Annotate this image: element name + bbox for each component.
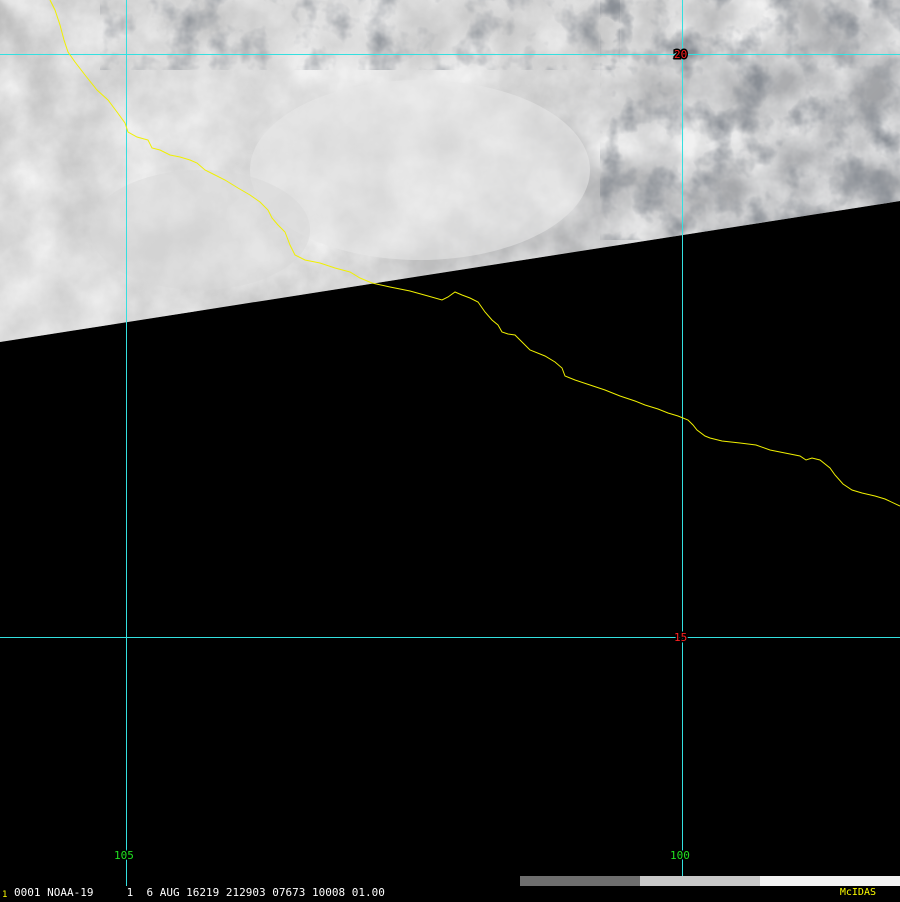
latitude-label-20: 20 — [674, 48, 687, 61]
status-text: 0001 NOAA-19 1 6 AUG 16219 212903 07673 … — [14, 886, 385, 899]
satellite-image: 20 15 105 100 — [0, 0, 900, 900]
status-bar: 1 0001 NOAA-19 1 6 AUG 16219 212903 0767… — [0, 886, 900, 900]
mcidas-brand: McIDAS — [839, 887, 876, 898]
longitude-label-105: 105 — [114, 849, 134, 862]
latitude-label-15: 15 — [674, 631, 687, 644]
longitude-label-100: 100 — [670, 849, 690, 862]
